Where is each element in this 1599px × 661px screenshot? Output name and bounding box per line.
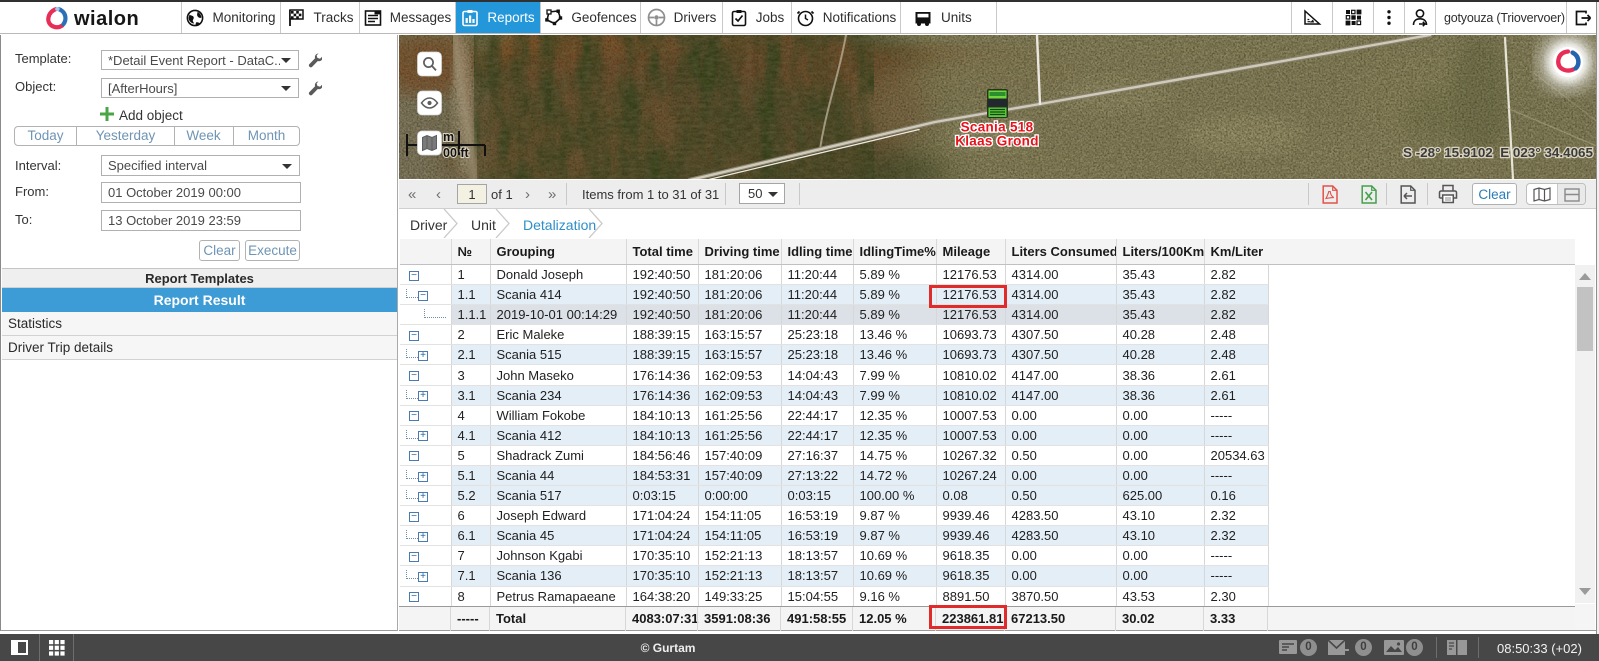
- svg-text:00 ft: 00 ft: [443, 146, 470, 160]
- svg-text:S -28° 15.9102 E 023° 34.4065: S -28° 15.9102 E 023° 34.4065: [1403, 145, 1593, 160]
- svg-text:Scania 518: Scania 518: [961, 120, 1034, 135]
- svg-text:Klaas Grond: Klaas Grond: [955, 134, 1039, 149]
- svg-text:m: m: [443, 130, 454, 144]
